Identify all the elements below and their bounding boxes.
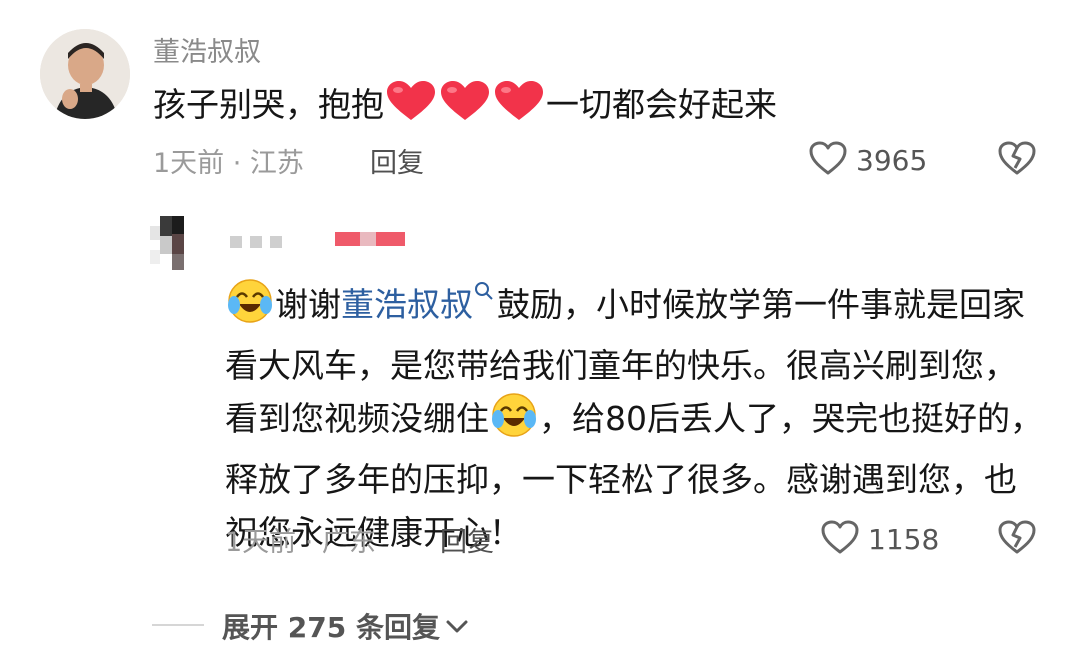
broken-heart-icon[interactable] [997, 140, 1037, 180]
like-button[interactable]: 3965 [808, 140, 927, 180]
comment-text-after: 一切都会好起来 [546, 85, 777, 124]
search-icon[interactable] [473, 264, 495, 317]
expand-divider [152, 624, 204, 626]
mention-link[interactable]: 董浩叔叔 [341, 285, 473, 324]
heart-outline-icon [808, 140, 848, 180]
heart-outline-icon [820, 519, 860, 559]
avatar[interactable] [40, 29, 130, 119]
reply-text-p1: 谢谢 [275, 285, 341, 324]
like-count: 3965 [856, 143, 928, 177]
heart-emoji [493, 80, 545, 134]
expand-replies-button[interactable]: 展开 275 条回复 [222, 606, 470, 646]
heart-emoji [385, 80, 437, 134]
reply-username-blurred[interactable] [230, 218, 430, 252]
comment-text-before: 孩子别哭，抱抱 [153, 85, 384, 124]
comment-username[interactable]: 董浩叔叔 [153, 30, 261, 69]
reply-meta: 1天前 · 广东 [225, 527, 376, 558]
crying-laughing-emoji [227, 278, 273, 339]
crying-laughing-emoji [491, 392, 537, 453]
comment-text: 孩子别哭，抱抱 一切都会好起来 [153, 80, 777, 134]
heart-emoji [439, 80, 491, 134]
reply-avatar[interactable] [150, 216, 206, 272]
expand-replies-label: 展开 275 条回复 [222, 611, 440, 644]
reply-button[interactable]: 回复 [370, 141, 424, 180]
comment-meta: 1天前 · 江苏 [153, 148, 304, 179]
reply-button[interactable]: 回复 [440, 520, 494, 559]
like-button[interactable]: 1158 [820, 519, 939, 559]
reply-text: 谢谢董浩叔叔 鼓励，小时候放学第一件事就是回家看大风车，是您带给我们童年的快乐。很… [225, 264, 1045, 559]
broken-heart-icon[interactable] [997, 519, 1037, 559]
chevron-down-icon [444, 610, 470, 643]
like-count: 1158 [868, 522, 940, 556]
